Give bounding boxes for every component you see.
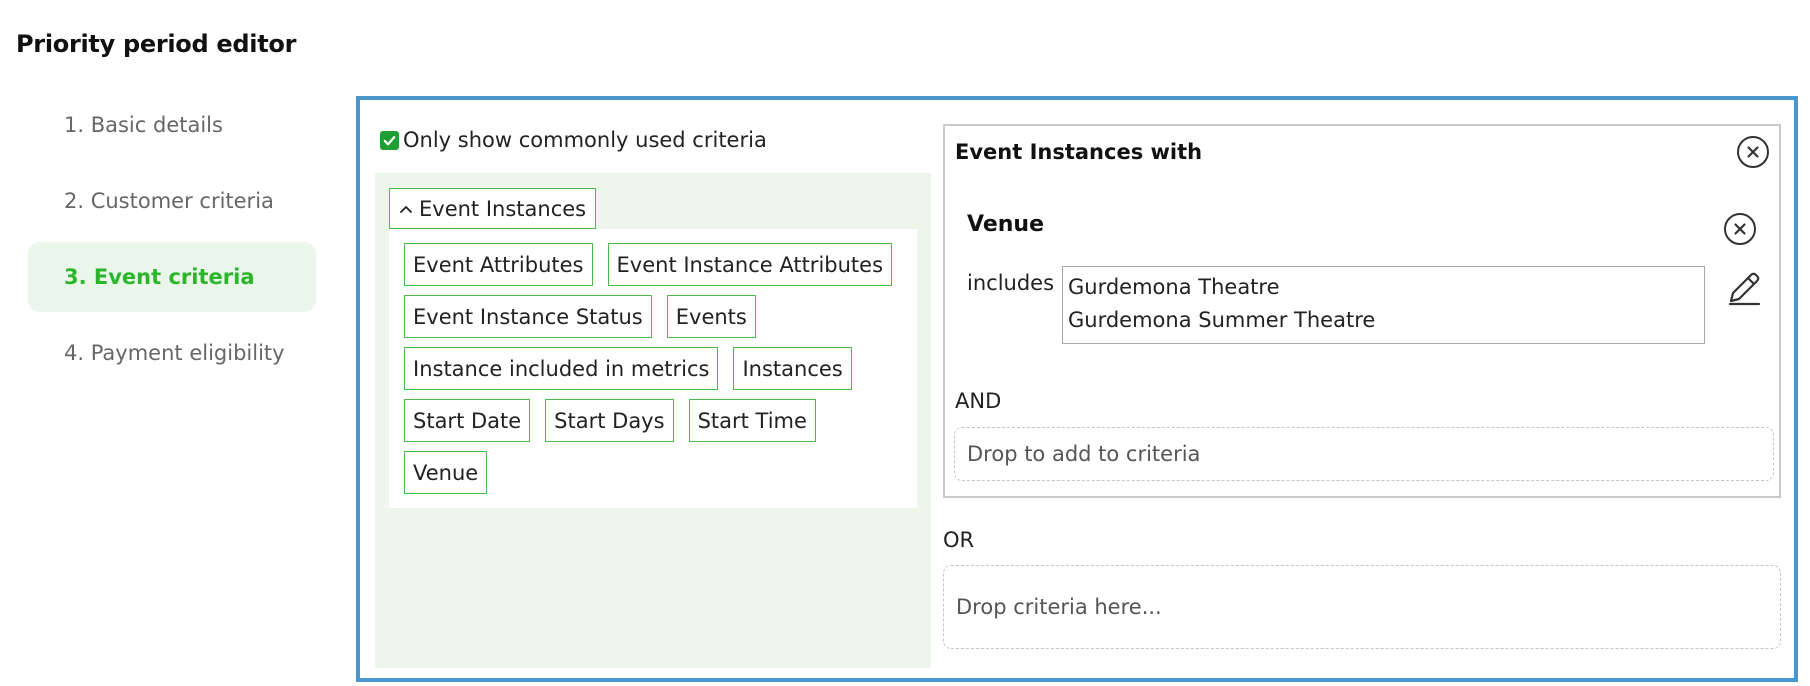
condition-value: Gurdemona Theatre bbox=[1068, 275, 1280, 299]
edit-condition-button[interactable] bbox=[1725, 269, 1763, 307]
condition-values: Gurdemona Theatre Gurdemona Summer Theat… bbox=[1062, 266, 1705, 344]
chip-event-instance-attributes[interactable]: Event Instance Attributes bbox=[607, 243, 893, 286]
chip-event-attributes[interactable]: Event Attributes bbox=[404, 243, 593, 286]
chip-start-days[interactable]: Start Days bbox=[545, 399, 674, 442]
chip-events[interactable]: Events bbox=[666, 295, 756, 338]
chip-event-instance-status[interactable]: Event Instance Status bbox=[404, 295, 652, 338]
condition-name: Venue bbox=[967, 212, 1044, 237]
condition-value: Gurdemona Summer Theatre bbox=[1068, 308, 1376, 332]
chip-instances[interactable]: Instances bbox=[733, 347, 852, 390]
step-nav: 1. Basic details 2. Customer criteria 3.… bbox=[28, 90, 316, 394]
step-basic-details[interactable]: 1. Basic details bbox=[28, 90, 316, 160]
chip-start-date[interactable]: Start Date bbox=[404, 399, 531, 442]
chip-venue[interactable]: Venue bbox=[404, 451, 488, 494]
condition-operator: includes bbox=[967, 271, 1055, 295]
remove-condition-button[interactable] bbox=[1724, 213, 1756, 245]
page-title: Priority period editor bbox=[16, 30, 297, 58]
step-event-criteria[interactable]: 3. Event criteria bbox=[28, 242, 316, 312]
step-payment-eligibility[interactable]: 4. Payment eligibility bbox=[28, 318, 316, 388]
chip-start-time[interactable]: Start Time bbox=[688, 399, 816, 442]
drop-criteria-zone[interactable]: Drop criteria here... bbox=[943, 565, 1781, 649]
group-label: Event Instances bbox=[419, 196, 587, 221]
chevron-up-icon bbox=[400, 205, 412, 213]
rule-group-title: Event Instances with bbox=[955, 140, 1203, 164]
chip-instance-included-in-metrics[interactable]: Instance included in metrics bbox=[404, 347, 719, 390]
criteria-editor: Only show commonly used criteria Event I… bbox=[356, 96, 1798, 682]
remove-rule-group-button[interactable] bbox=[1737, 136, 1769, 168]
checkmark-icon bbox=[383, 135, 396, 145]
event-instances-group-toggle[interactable]: Event Instances bbox=[389, 188, 597, 229]
criteria-chip-list: Event Attributes Event Instance Attribut… bbox=[389, 229, 917, 508]
close-icon bbox=[1747, 146, 1759, 158]
close-icon bbox=[1734, 223, 1746, 235]
and-label: AND bbox=[955, 389, 1002, 413]
or-label: OR bbox=[943, 528, 975, 552]
common-criteria-checkbox[interactable] bbox=[380, 130, 399, 150]
criteria-palette: Event Instances Event Attributes Event I… bbox=[375, 173, 931, 668]
drop-add-to-criteria-zone[interactable]: Drop to add to criteria bbox=[954, 427, 1774, 481]
pencil-icon bbox=[1728, 272, 1761, 306]
step-customer-criteria[interactable]: 2. Customer criteria bbox=[28, 166, 316, 236]
rule-group: Event Instances with Venue includes Gurd… bbox=[943, 124, 1781, 498]
common-criteria-label: Only show commonly used criteria bbox=[403, 128, 767, 152]
common-criteria-toggle[interactable]: Only show commonly used criteria bbox=[380, 128, 767, 152]
